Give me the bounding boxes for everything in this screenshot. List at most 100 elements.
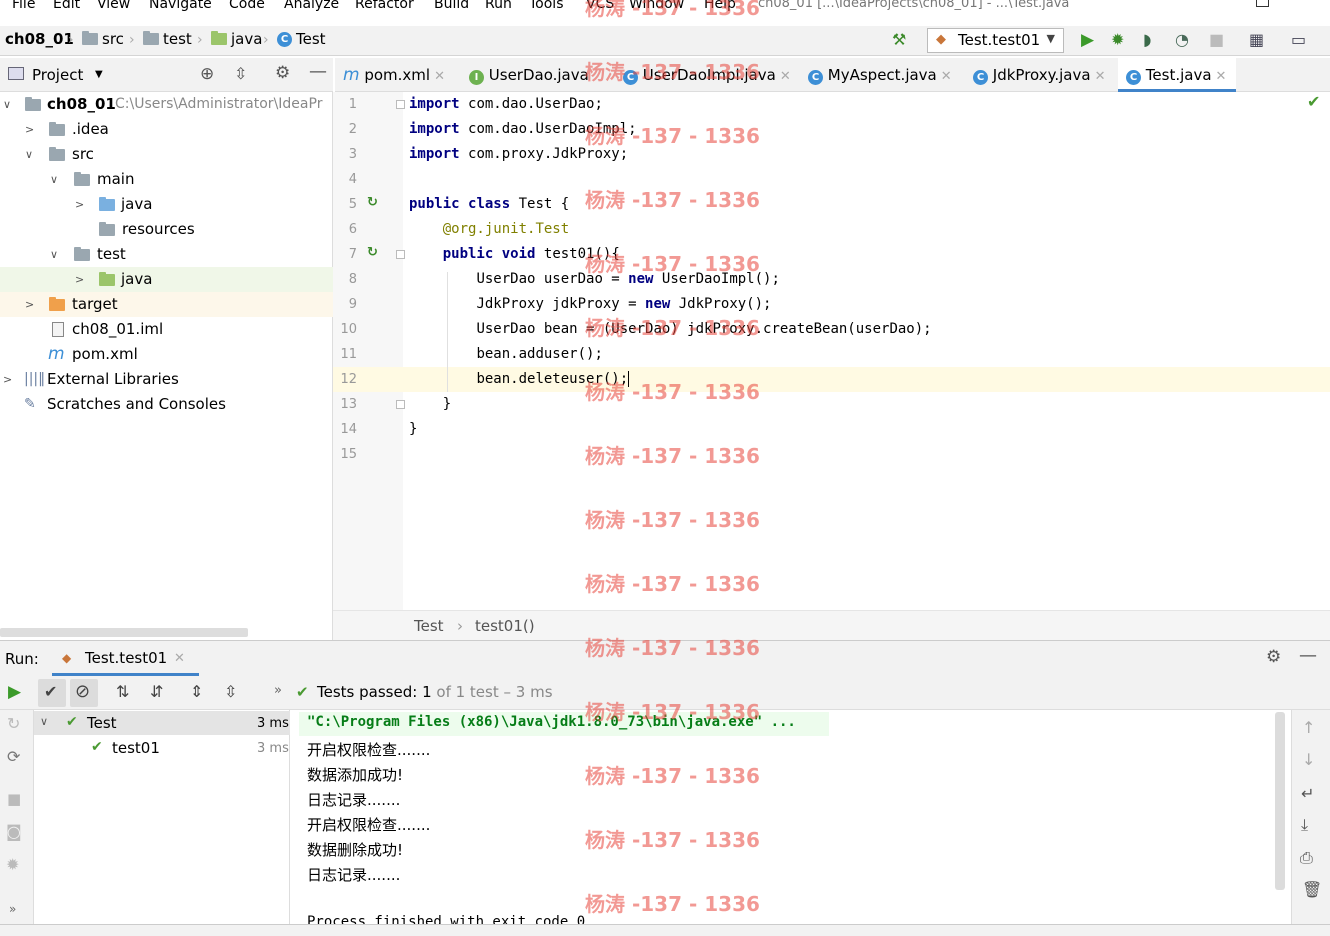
coverage-icon[interactable]: ◗ <box>1143 30 1151 49</box>
menu-vcs[interactable]: VCS <box>586 0 614 12</box>
sort-by-duration-icon[interactable]: ⇵ <box>150 682 163 701</box>
code-editor[interactable]: import com.dao.UserDao; import com.dao.U… <box>403 92 1330 610</box>
menu-help[interactable]: Help <box>704 0 736 12</box>
chevron-down-icon[interactable]: ▼ <box>95 69 103 80</box>
window-layout-icon[interactable]: ▭ <box>1291 30 1306 49</box>
menu-file[interactable]: File <box>12 0 35 12</box>
project-panel-title[interactable]: Project <box>32 66 83 84</box>
tree-item-idea[interactable]: > .idea <box>0 117 333 142</box>
run-icon[interactable]: ▶ <box>1081 30 1094 50</box>
profile-icon[interactable]: ◔ <box>1175 30 1189 49</box>
breadcrumb-class[interactable]: Test <box>414 617 444 635</box>
run-test-class-icon[interactable]: ↻ <box>367 195 378 210</box>
more-icon[interactable]: » <box>9 902 16 916</box>
breadcrumb-src[interactable]: src <box>82 30 124 48</box>
tree-item-resources[interactable]: resources <box>0 217 333 242</box>
menu-view[interactable]: View <box>97 0 130 12</box>
tab-label: JdkProxy.java <box>992 66 1091 84</box>
breadcrumb-project[interactable]: ch08_01 <box>5 30 74 48</box>
tree-label: test <box>97 245 126 263</box>
show-passed-toggle[interactable]: ✔ <box>38 679 66 707</box>
tree-item-test-java[interactable]: > java <box>0 267 333 292</box>
tree-item-scratches[interactable]: ✎ Scratches and Consoles <box>0 392 333 417</box>
tree-label: .idea <box>72 120 109 138</box>
locate-target-icon[interactable]: ⊕ <box>200 64 214 84</box>
status-prefix: Tests passed: <box>317 683 418 701</box>
tree-item-iml[interactable]: ch08_01.iml <box>0 317 333 342</box>
breadcrumb-class[interactable]: C Test <box>277 30 326 48</box>
tree-item-root[interactable]: ∨ ch08_01 C:\Users\Administrator\IdeaPr <box>0 92 333 117</box>
run-tab[interactable]: ◆ Test.test01 ✕ <box>52 641 199 676</box>
tab-userdaoimpl[interactable]: C UserDaoImpl.java ✕ <box>623 58 791 92</box>
up-arrow-icon[interactable]: ↑ <box>1302 718 1315 737</box>
tree-item-test[interactable]: ∨ test <box>0 242 333 267</box>
menu-navigate[interactable]: Navigate <box>149 0 212 12</box>
tab-jdkproxy[interactable]: C JdkProxy.java ✕ <box>973 58 1105 92</box>
tree-item-src[interactable]: ∨ src <box>0 142 333 167</box>
tree-item-target[interactable]: > target <box>0 292 333 317</box>
tab-test-java[interactable]: C Test.java ✕ <box>1118 58 1237 92</box>
close-icon[interactable]: ✕ <box>174 651 185 666</box>
run-test-method-icon[interactable]: ↻ <box>367 245 378 260</box>
build-hammer-icon[interactable]: ⚒ <box>892 30 906 49</box>
export-icon[interactable]: ✹ <box>6 855 19 874</box>
console-output[interactable]: "C:\Program Files (x86)\Java\jdk1.8.0_73… <box>291 710 1291 924</box>
code-text: } <box>442 396 452 412</box>
breadcrumb-method[interactable]: test01() <box>475 617 535 635</box>
menu-edit[interactable]: Edit <box>53 0 80 12</box>
print-icon[interactable]: ⎙ <box>1300 848 1313 868</box>
menu-code[interactable]: Code <box>229 0 265 12</box>
close-icon[interactable]: ✕ <box>1216 69 1227 84</box>
toggle-autotest-icon[interactable]: ↻ <box>7 714 20 733</box>
gear-icon[interactable]: ⚙ <box>1266 647 1281 667</box>
collapse-all-icon[interactable]: ⇳ <box>234 64 247 83</box>
menu-analyze[interactable]: Analyze <box>284 0 339 12</box>
camera-icon[interactable]: ◙ <box>6 822 22 841</box>
close-icon[interactable]: ✕ <box>941 69 952 84</box>
tab-pom-xml[interactable]: m pom.xml ✕ <box>343 58 445 92</box>
gear-icon[interactable]: ⚙ <box>275 63 290 83</box>
close-icon[interactable]: ✕ <box>780 69 791 84</box>
tree-item-pom[interactable]: m pom.xml <box>0 342 333 367</box>
more-icon[interactable]: » <box>274 683 282 698</box>
keyword: new <box>645 296 671 312</box>
expand-all-icon[interactable]: ⇕ <box>190 682 203 701</box>
tab-userdao[interactable]: I UserDao.java <box>469 58 589 92</box>
hide-panel-icon[interactable]: — <box>1299 645 1317 666</box>
menu-refactor[interactable]: Refactor <box>355 0 414 12</box>
inspection-ok-icon[interactable]: ✔ <box>1307 92 1320 111</box>
menu-run[interactable]: Run <box>485 0 512 12</box>
test-row-class[interactable]: ∨ ✔ Test 3 ms <box>34 711 290 735</box>
tree-item-main[interactable]: ∨ main <box>0 167 333 192</box>
breadcrumb-java[interactable]: java <box>211 30 262 48</box>
tree-item-libraries[interactable]: > |||‖ External Libraries <box>0 367 333 392</box>
rerun-failed-icon[interactable]: ⟳ <box>7 747 20 766</box>
close-icon[interactable]: ✕ <box>434 69 445 84</box>
class-icon: C <box>277 31 292 47</box>
project-structure-icon[interactable]: ▦ <box>1249 30 1264 49</box>
menu-tools[interactable]: Tools <box>529 0 564 12</box>
menu-build[interactable]: Build <box>434 0 469 12</box>
collapse-all-icon[interactable]: ⇳ <box>224 682 237 701</box>
down-arrow-icon[interactable]: ↓ <box>1302 750 1315 769</box>
tab-myaspect[interactable]: C MyAspect.java ✕ <box>808 58 952 92</box>
trash-icon[interactable]: 🗑 <box>1302 880 1322 899</box>
vertical-scrollbar[interactable] <box>1275 712 1285 890</box>
soft-wrap-icon[interactable]: ↵ <box>1301 784 1314 803</box>
horizontal-scrollbar[interactable] <box>0 628 248 637</box>
scroll-to-end-icon[interactable]: ⤓ <box>1301 815 1308 835</box>
maximize-icon[interactable] <box>1256 0 1269 7</box>
test-row-method[interactable]: ✔ test01 3 ms <box>34 736 290 760</box>
run-configuration-select[interactable]: ◆ Test.test01 ▼ <box>927 28 1064 53</box>
stop-icon[interactable]: ■ <box>7 790 21 808</box>
breadcrumb-test[interactable]: test <box>143 30 192 48</box>
debug-icon[interactable]: ✹ <box>1111 30 1124 49</box>
stop-icon[interactable]: ■ <box>1209 30 1224 49</box>
show-ignored-toggle[interactable]: ⊘ <box>70 679 98 707</box>
close-icon[interactable]: ✕ <box>1095 69 1106 84</box>
rerun-icon[interactable]: ▶ <box>8 682 21 702</box>
menu-window[interactable]: Window <box>629 0 684 12</box>
tree-item-main-java[interactable]: > java <box>0 192 333 217</box>
sort-alphabetically-icon[interactable]: ⇅ <box>116 682 129 701</box>
hide-panel-icon[interactable]: — <box>309 61 327 82</box>
